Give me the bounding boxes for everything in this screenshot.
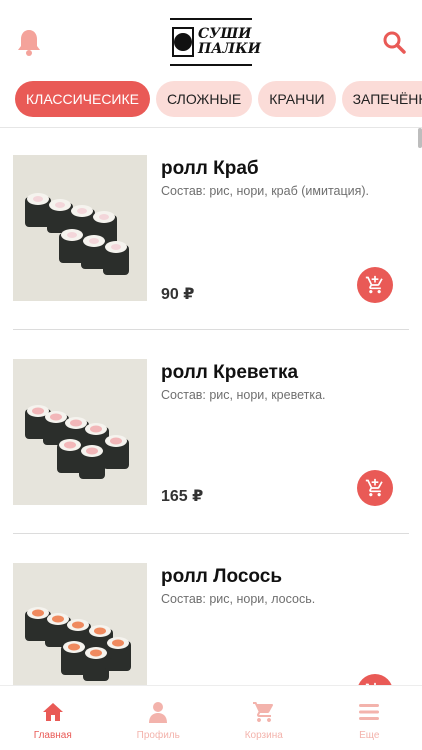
bottom-nav: Главная Профиль Корзина Еще: [0, 685, 422, 750]
nav-more[interactable]: Еще: [317, 686, 422, 750]
product-price: 165 ₽: [161, 488, 204, 505]
product-photo: [13, 563, 147, 685]
category-tabs: КЛАССИЧЕСИКЕ СЛОЖНЫЕ КРАНЧИ ЗАПЕЧЁННЫЕ: [0, 81, 422, 117]
nav-home-label: Главная: [33, 730, 72, 741]
app-header: СУШИ ПАЛКИ: [0, 0, 422, 80]
product-name: ролл Креветка: [161, 362, 299, 383]
add-to-cart-button[interactable]: [357, 470, 393, 506]
logo-line-1: СУШИ: [198, 26, 252, 42]
nav-more-label: Еще: [359, 730, 380, 741]
nav-profile[interactable]: Профиль: [106, 686, 212, 750]
product-description: Состав: рис, нори, креветка.: [161, 388, 326, 402]
item-separator: [13, 329, 409, 330]
add-to-cart-button[interactable]: [357, 674, 393, 685]
item-separator: [13, 533, 409, 534]
tab-complex[interactable]: СЛОЖНЫЕ: [156, 81, 253, 117]
menu-icon: [359, 704, 380, 720]
home-icon: [42, 703, 63, 721]
product-description: Состав: рис, нори, лосось.: [161, 592, 316, 606]
bell-icon[interactable]: [16, 28, 42, 56]
nav-home[interactable]: Главная: [0, 686, 106, 750]
tab-classic[interactable]: КЛАССИЧЕСИКЕ: [15, 81, 150, 117]
product-name: ролл Краб: [161, 158, 259, 179]
search-icon[interactable]: [382, 30, 406, 54]
logo-text: СУШИ ПАЛКИ: [198, 27, 261, 57]
user-icon: [149, 702, 168, 723]
product-name: ролл Лосось: [161, 566, 283, 587]
add-to-cart-button[interactable]: [357, 267, 393, 303]
tab-crunch[interactable]: КРАНЧИ: [258, 81, 336, 117]
tab-baked[interactable]: ЗАПЕЧЁННЫЕ: [341, 81, 422, 117]
nav-cart[interactable]: Корзина: [211, 686, 317, 750]
product-price: 90 ₽: [161, 286, 195, 303]
cart-icon: [252, 702, 273, 722]
app-logo: СУШИ ПАЛКИ: [170, 18, 261, 66]
cart-plus-icon: [365, 275, 383, 294]
cart-plus-icon: [365, 478, 383, 497]
nav-cart-label: Корзина: [244, 730, 283, 741]
logo-line-2: ПАЛКИ: [198, 41, 261, 57]
product-list: ролл Краб Состав: рис, нори, краб (имита…: [0, 128, 422, 685]
product-item[interactable]: ролл Лосось Состав: рис, нори, лосось.: [0, 536, 422, 685]
logo-mark: [172, 27, 194, 57]
product-description: Состав: рис, нори, краб (имитация).: [161, 184, 370, 198]
product-photo: [13, 359, 147, 505]
product-item[interactable]: ролл Креветка Состав: рис, нори, креветк…: [0, 332, 422, 536]
nav-profile-label: Профиль: [136, 730, 180, 741]
product-photo: [13, 155, 147, 301]
product-item[interactable]: ролл Краб Состав: рис, нори, краб (имита…: [0, 128, 422, 332]
